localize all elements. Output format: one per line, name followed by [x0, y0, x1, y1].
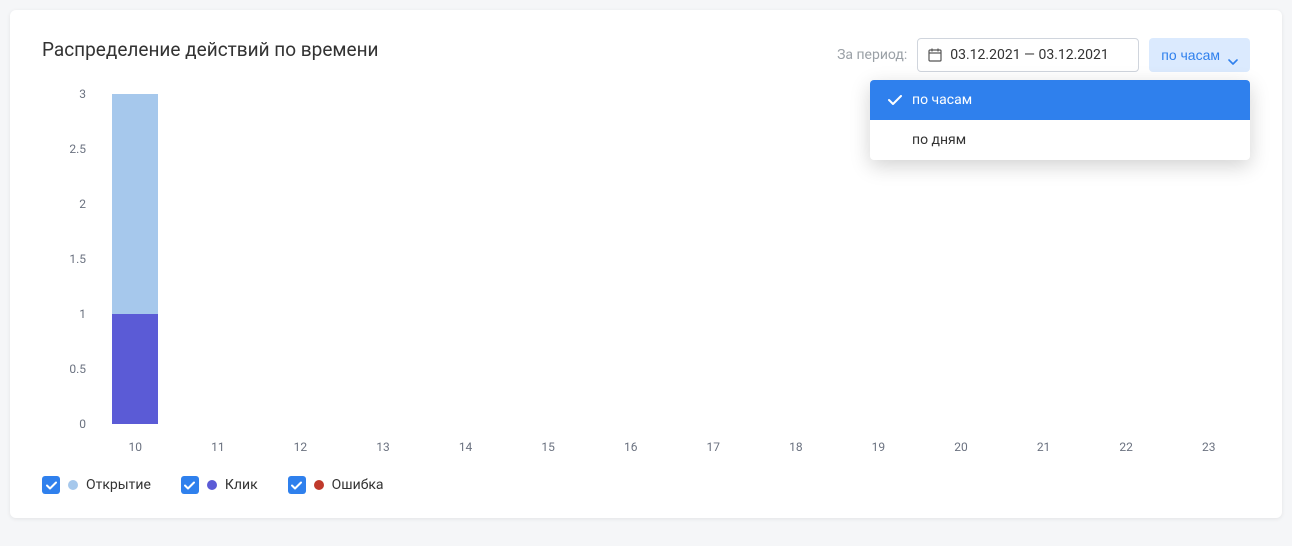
- x-tick: 20: [954, 440, 968, 454]
- bar: [277, 94, 323, 424]
- legend-swatch: [207, 480, 217, 490]
- legend-item[interactable]: Открытие: [42, 476, 151, 494]
- legend-label: Ошибка: [332, 477, 384, 493]
- dropdown-option-label: по часам: [912, 92, 972, 108]
- y-tick: 0.5: [69, 362, 86, 376]
- granularity-label: по часам: [1161, 47, 1220, 63]
- bar: [608, 94, 654, 424]
- bar-segment: [112, 314, 158, 424]
- x-tick: 15: [541, 440, 555, 454]
- check-icon: [888, 95, 902, 105]
- x-tick: 19: [872, 440, 886, 454]
- granularity-dropdown: по часам по дням: [870, 80, 1250, 160]
- x-tick: 14: [459, 440, 473, 454]
- legend-swatch: [314, 480, 324, 490]
- x-tick: 23: [1202, 440, 1216, 454]
- granularity-dropdown-button[interactable]: по часам: [1149, 38, 1250, 72]
- page-title: Распределение действий по времени: [42, 38, 379, 61]
- controls: За период: 03.12.2021 — 03.12.2021 по ча…: [837, 38, 1250, 72]
- date-range-value: 03.12.2021 — 03.12.2021: [950, 47, 1109, 63]
- legend-swatch: [68, 480, 78, 490]
- legend-label: Клик: [225, 477, 258, 493]
- date-range-picker[interactable]: 03.12.2021 — 03.12.2021: [917, 38, 1139, 72]
- bar: [525, 94, 571, 424]
- y-tick: 2: [79, 197, 86, 211]
- legend-label: Открытие: [86, 477, 151, 493]
- y-tick: 3: [79, 87, 86, 101]
- period-label: За период:: [837, 47, 907, 63]
- x-tick: 13: [376, 440, 390, 454]
- calendar-icon: [928, 48, 942, 62]
- legend-checkbox[interactable]: [288, 476, 306, 494]
- x-tick: 11: [211, 440, 225, 454]
- bar: [773, 94, 819, 424]
- header: Распределение действий по времени За пер…: [42, 38, 1250, 72]
- chart-card: Распределение действий по времени За пер…: [10, 10, 1282, 518]
- x-tick: 16: [624, 440, 638, 454]
- x-tick: 21: [1037, 440, 1051, 454]
- x-tick: 12: [294, 440, 308, 454]
- legend-checkbox[interactable]: [42, 476, 60, 494]
- y-tick: 2.5: [69, 142, 86, 156]
- legend-item[interactable]: Ошибка: [288, 476, 384, 494]
- x-tick: 17: [707, 440, 721, 454]
- bar: [690, 94, 736, 424]
- chevron-down-icon: [1228, 52, 1238, 58]
- y-tick: 1.5: [69, 252, 86, 266]
- x-tick: 22: [1119, 440, 1133, 454]
- x-tick: 10: [129, 440, 143, 454]
- legend: Открытие Клик Ошибка: [42, 476, 1250, 494]
- bar: [195, 94, 241, 424]
- bar: [443, 94, 489, 424]
- bar-segment: [112, 94, 158, 314]
- dropdown-option[interactable]: по часам: [870, 80, 1250, 120]
- bar: [360, 94, 406, 424]
- dropdown-option[interactable]: по дням: [870, 120, 1250, 160]
- legend-item[interactable]: Клик: [181, 476, 258, 494]
- y-tick: 1: [79, 307, 86, 321]
- x-axis: 10 11 12 13 14 15 16 17 18 19 20 21 22 23: [94, 430, 1250, 454]
- bar: [112, 94, 158, 424]
- dropdown-option-label: по дням: [912, 132, 966, 148]
- y-axis: 00.511.522.53: [42, 94, 92, 424]
- y-tick: 0: [79, 417, 86, 431]
- x-tick: 18: [789, 440, 803, 454]
- legend-checkbox[interactable]: [181, 476, 199, 494]
